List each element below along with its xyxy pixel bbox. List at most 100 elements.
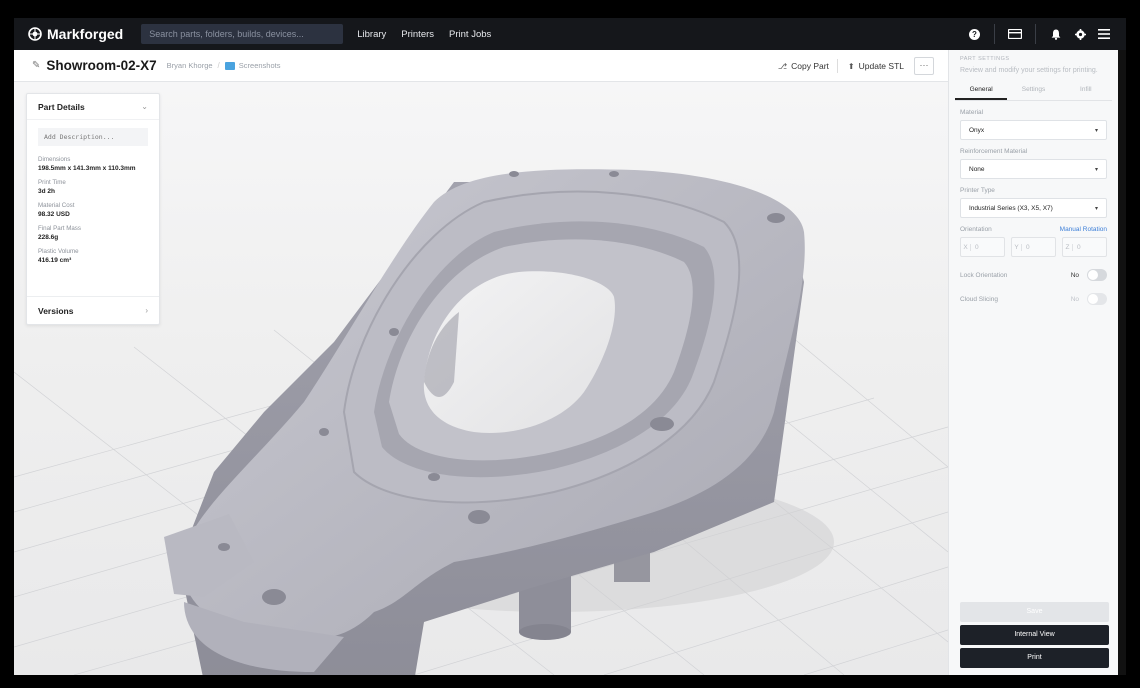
orientation-x-input[interactable]: X 0 [960,237,1005,257]
nav-divider [1035,24,1036,44]
detail-label: Dimensions [38,156,71,163]
cloud-slicing-label: Cloud Slicing [960,295,998,303]
detail-label: Material Cost [38,202,75,209]
bell-icon[interactable] [1044,18,1068,50]
folder-icon [224,61,235,70]
part-header: ✎ Showroom-02-X7 Bryan Khorge / Screensh… [14,50,948,82]
material-label: Material [960,109,984,116]
axis-value: 0 [975,243,979,251]
detail-value: 98.32 USD [38,211,70,218]
author-name: Bryan Khorge [166,61,213,70]
detail-print-time: Print Time 3d 2h [38,179,148,195]
orientation-header: Orientation Manual Rotation [960,226,1107,233]
detail-dimensions: Dimensions 198.5mm x 141.3mm x 110.3mm [38,156,148,172]
orientation-label: Orientation [960,226,992,233]
caret-down-icon: ▾ [1094,127,1098,134]
printer-type-label: Printer Type [960,187,995,194]
printer-type-select[interactable]: Industrial Series (X3, X5, X7) ▾ [960,198,1107,218]
axis-label: X [961,243,971,251]
lock-orientation-row: Lock Orientation No [960,269,1107,281]
caret-down-icon: ▾ [1094,166,1098,173]
internal-view-button[interactable]: Internal View [960,625,1109,645]
cloud-slicing-toggle[interactable] [1087,293,1107,305]
app-window: Markforged Search parts, folders, builds… [14,18,1126,675]
print-button[interactable]: Print [960,648,1109,668]
hamburger-menu-icon[interactable] [1092,18,1116,50]
edit-pencil-icon[interactable]: ✎ [32,60,40,71]
part-actions: ⎇ Copy Part ⬆ Update STL ··· [768,50,934,82]
detail-material-cost: Material Cost 98.32 USD [38,202,148,218]
tab-settings[interactable]: Settings [1007,82,1059,100]
axis-value: 0 [1026,243,1030,251]
brand-logo[interactable]: Markforged [28,26,123,42]
detail-plastic-volume: Plastic Volume 416.19 cm³ [38,248,148,264]
branch-icon: ⎇ [777,61,788,71]
nav-print-jobs[interactable]: Print Jobs [449,29,491,40]
cloud-slicing-row: Cloud Slicing No [960,293,1107,305]
settings-tabs: General Settings Infill [955,82,1112,101]
cloud-slicing-control: No [1071,293,1107,305]
tab-infill[interactable]: Infill [1060,82,1112,100]
part-details-header[interactable]: Part Details ⌄ [27,94,159,120]
main-nav: Library Printers Print Jobs [357,29,506,40]
description-field[interactable]: Add Description... [38,128,148,146]
lock-orientation-toggle[interactable] [1087,269,1107,281]
copy-part-button[interactable]: ⎇ Copy Part [778,61,829,71]
part-settings-panel: PART SETTINGS Review and modify your set… [948,50,1118,675]
nav-printers[interactable]: Printers [401,29,434,40]
panel-kicker: PART SETTINGS [960,56,1010,62]
versions-label: Versions [38,305,74,316]
action-divider [836,59,838,73]
versions-row[interactable]: Versions › [27,296,159,324]
part-details-title: Part Details [38,101,85,112]
save-button[interactable]: Save [960,602,1109,622]
search-input[interactable]: Search parts, folders, builds, devices..… [141,24,344,44]
detail-value: 228.6g [38,234,59,241]
folder-link[interactable]: Screenshots [239,61,281,70]
chevron-right-icon: › [145,306,148,315]
orientation-z-input[interactable]: Z 0 [1062,237,1107,257]
material-value: Onyx [969,126,985,134]
lock-orientation-label: Lock Orientation [960,271,1008,279]
nav-right-actions: ? [962,18,1116,50]
detail-label: Final Part Mass [38,225,81,232]
lock-orientation-state: No [1070,271,1079,279]
markforged-logo-icon [28,27,42,41]
breadcrumb-separator: / [217,61,220,70]
detail-value: 198.5mm x 141.3mm x 110.3mm [38,165,136,172]
orientation-y-input[interactable]: Y 0 [1011,237,1056,257]
cloud-slicing-state: No [1070,295,1079,303]
update-stl-label: Update STL [858,61,904,71]
device-icon[interactable] [1003,18,1027,50]
chevron-down-icon[interactable]: ⌄ [141,102,148,111]
3d-viewport[interactable]: Part Details ⌄ Add Description... Dimens… [14,82,948,675]
panel-subtitle: Review and modify your settings for prin… [960,67,1098,74]
more-options-button[interactable]: ··· [914,57,934,75]
gear-icon[interactable] [1068,18,1092,50]
detail-label: Plastic Volume [38,248,79,255]
brand-name: Markforged [47,26,124,42]
copy-part-label: Copy Part [791,61,829,71]
upload-icon: ⬆ [847,61,855,71]
lock-orientation-control: No [1071,269,1107,281]
update-stl-button[interactable]: ⬆ Update STL [848,61,904,71]
nav-divider [994,24,995,44]
detail-label: Print Time [38,179,66,186]
reinforcement-select[interactable]: None ▾ [960,159,1107,179]
part-details-card: Part Details ⌄ Add Description... Dimens… [26,93,160,325]
axis-value: 0 [1077,243,1081,251]
manual-rotation-link[interactable]: Manual Rotation [1060,226,1107,233]
tab-general[interactable]: General [955,82,1008,100]
help-icon[interactable]: ? [962,18,986,50]
top-navigation-bar: Markforged Search parts, folders, builds… [14,18,1126,50]
part-title[interactable]: Showroom-02-X7 [46,58,156,73]
caret-down-icon: ▾ [1094,205,1098,212]
axis-label: Y [1012,243,1022,251]
material-select[interactable]: Onyx ▾ [960,120,1107,140]
detail-value: 416.19 cm³ [38,257,72,264]
nav-library[interactable]: Library [357,29,386,40]
printer-type-value: Industrial Series (X3, X5, X7) [969,204,1053,212]
detail-value: 3d 2h [38,188,55,195]
svg-text:?: ? [972,30,977,39]
reinforcement-value: None [969,165,985,173]
